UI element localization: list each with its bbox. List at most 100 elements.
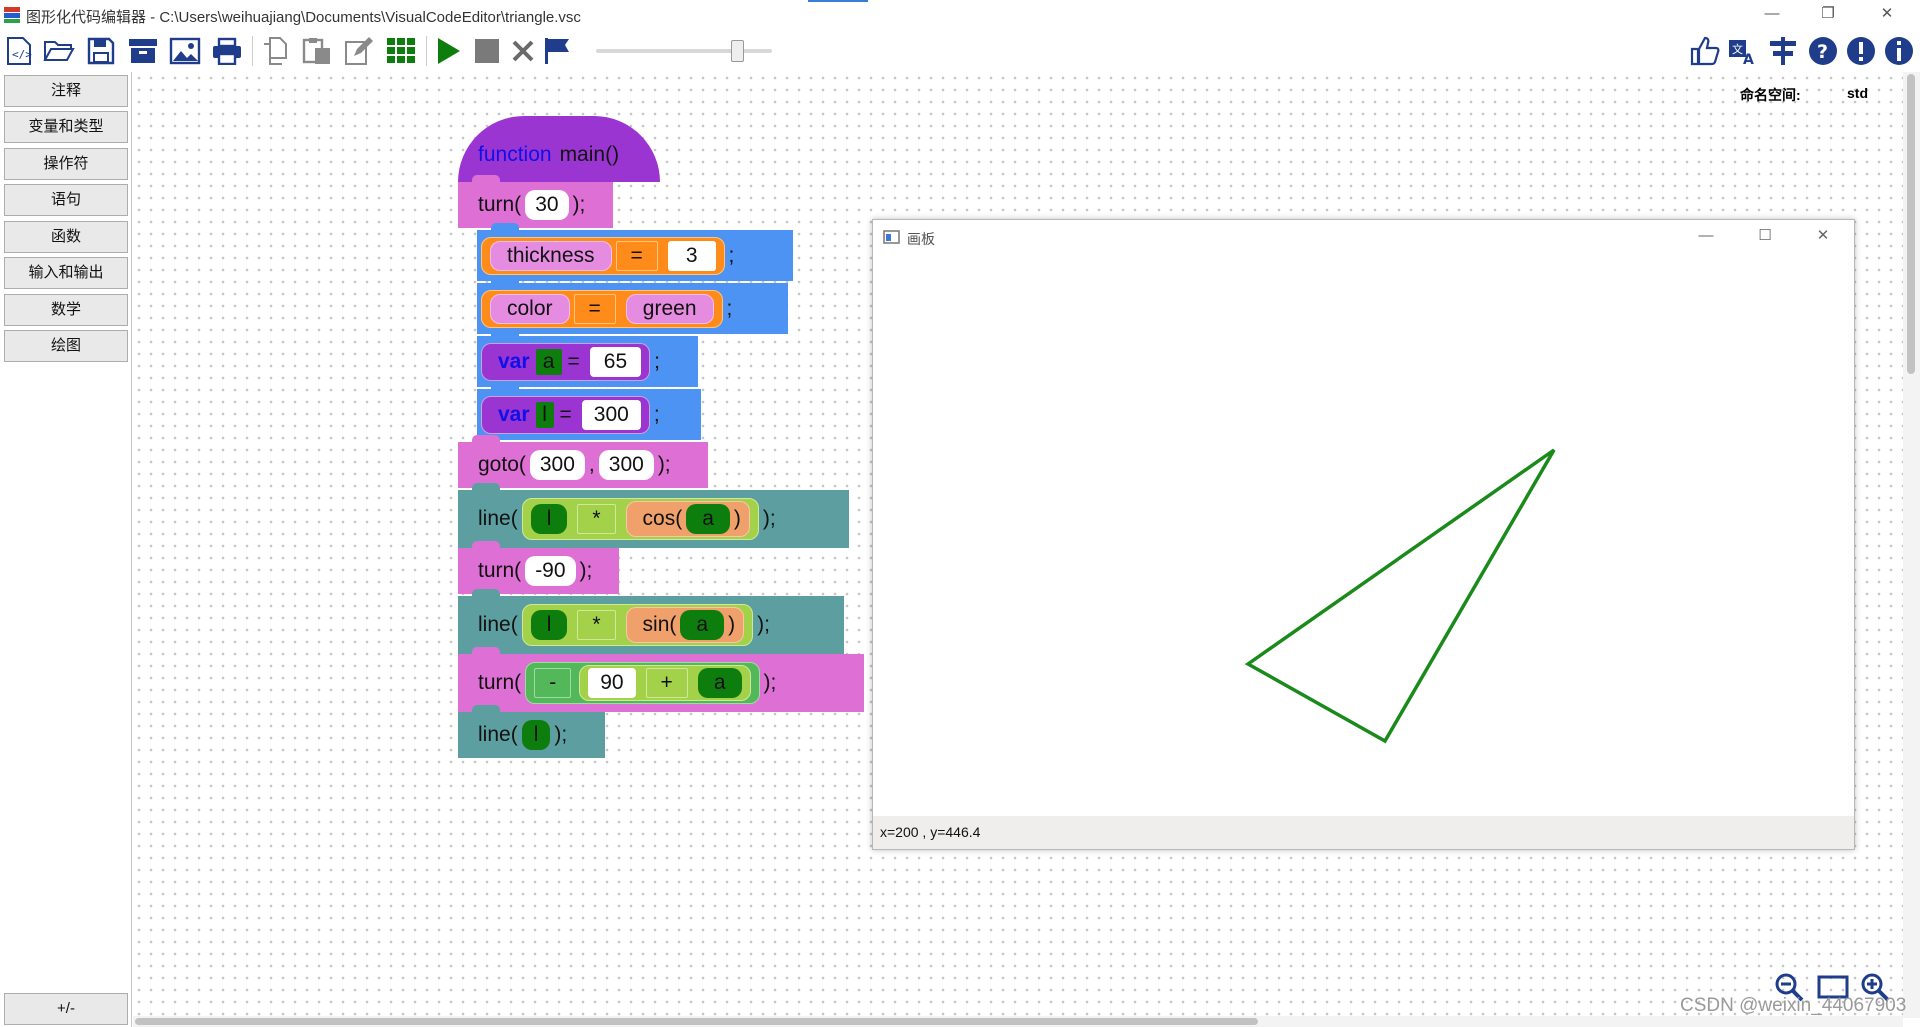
statement-end: ; <box>728 243 735 267</box>
help-icon[interactable]: ? <box>1806 34 1840 68</box>
multiply-operator[interactable]: * <box>577 610 616 640</box>
var-name-a[interactable]: a <box>535 348 562 375</box>
thickness-value-input[interactable]: 3 <box>667 240 716 271</box>
toggle-panel-button[interactable]: +/- <box>4 993 128 1025</box>
statement-end: ; <box>654 349 660 373</box>
assign-operator[interactable]: = <box>615 240 658 271</box>
archive-icon[interactable] <box>126 34 160 68</box>
board-minimize-button[interactable]: — <box>1686 224 1726 248</box>
turn-angle-input[interactable]: -90 <box>525 556 576 586</box>
close-x-icon[interactable] <box>506 34 540 68</box>
board-maximize-button[interactable]: ☐ <box>1745 224 1785 248</box>
align-icon[interactable] <box>1766 34 1800 68</box>
add-operator[interactable]: + <box>645 668 688 698</box>
cos-function[interactable]: cos( a ) <box>625 501 750 537</box>
category-input-output[interactable]: 输入和输出 <box>4 257 128 289</box>
line-sin-block[interactable]: line( l * sin( a ) ); <box>458 589 844 654</box>
function-main-block[interactable]: function main() <box>458 116 660 182</box>
turn-block[interactable]: turn( 30 ); <box>458 175 613 228</box>
goto-block[interactable]: goto( 300 , 300 ); <box>458 435 708 488</box>
category-comment[interactable]: 注释 <box>4 75 128 107</box>
translate-icon[interactable]: 文A <box>1726 34 1760 68</box>
var-keyword: var <box>498 349 530 373</box>
assign-thickness-block[interactable]: thickness = 3 ; <box>477 223 793 281</box>
copy-icon[interactable] <box>258 34 292 68</box>
window-title: 图形化代码编辑器 - C:\Users\weihuajiang\Document… <box>26 9 581 26</box>
statement-end: ); <box>579 559 593 582</box>
var-l-block[interactable]: var l = 300 ; <box>477 382 701 440</box>
namespace-label: 命名空间: <box>1740 87 1801 103</box>
operand-l[interactable]: l <box>530 610 568 640</box>
goto-y-input[interactable]: 300 <box>598 450 654 480</box>
turn-label: turn( <box>478 193 522 216</box>
restore-button[interactable]: ❐ <box>1808 2 1848 26</box>
block-notch <box>472 483 500 492</box>
save-icon[interactable] <box>84 34 118 68</box>
add-arg-a[interactable]: a <box>697 668 742 698</box>
category-operators[interactable]: 操作符 <box>4 148 128 180</box>
property-color[interactable]: color <box>490 293 570 324</box>
edit-icon[interactable] <box>342 34 376 68</box>
turn-angle-input[interactable]: 30 <box>525 190 569 220</box>
line-cos-block[interactable]: line( l * cos( a ) ); <box>458 483 849 548</box>
var-a-block[interactable]: var a = 65 ; <box>477 329 698 387</box>
category-statements[interactable]: 语句 <box>4 184 128 216</box>
var-name-l[interactable]: l <box>535 401 554 428</box>
color-value[interactable]: green <box>625 293 714 324</box>
line-arg-l[interactable]: l <box>521 720 551 750</box>
paste-icon[interactable] <box>300 34 334 68</box>
open-folder-icon[interactable] <box>42 34 76 68</box>
sin-label: sin( <box>642 613 677 636</box>
block-notch <box>472 541 500 550</box>
var-a-value-input[interactable]: 65 <box>589 346 642 377</box>
goto-x-input[interactable]: 300 <box>529 450 585 480</box>
speed-slider-thumb[interactable] <box>730 40 744 62</box>
image-icon[interactable] <box>168 34 202 68</box>
speed-slider[interactable] <box>596 40 772 62</box>
horizontal-scroll-thumb[interactable] <box>135 1018 1258 1025</box>
namespace-value[interactable]: std <box>1847 85 1868 101</box>
drawing-area[interactable] <box>873 252 1854 817</box>
horizontal-scrollbar[interactable] <box>133 1016 1903 1027</box>
flag-icon[interactable] <box>540 34 574 68</box>
category-math[interactable]: 数学 <box>4 294 128 326</box>
assign-color-block[interactable]: color = green ; <box>477 276 788 334</box>
stop-icon[interactable] <box>470 34 504 68</box>
vertical-scrollbar[interactable] <box>1903 72 1920 1018</box>
turn-block[interactable]: turn( -90 ); <box>458 541 619 594</box>
negate-operator[interactable]: - <box>534 668 572 698</box>
category-variables-types[interactable]: 变量和类型 <box>4 111 128 143</box>
new-code-icon[interactable]: </> <box>2 34 36 68</box>
sin-function[interactable]: sin( a ) <box>625 607 745 643</box>
info-icon[interactable] <box>1882 34 1916 68</box>
grid-apps-icon[interactable] <box>384 34 418 68</box>
line-block[interactable]: line( l ); <box>458 705 605 758</box>
add-expression: 90 + a <box>579 665 751 701</box>
var-keyword: var <box>498 402 530 426</box>
multiply-operator[interactable]: * <box>577 504 616 534</box>
add-value-input[interactable]: 90 <box>588 668 636 698</box>
turn-expression-block[interactable]: turn( - 90 + a ); <box>458 647 864 712</box>
cos-arg-a[interactable]: a <box>686 504 730 534</box>
category-functions[interactable]: 函数 <box>4 221 128 253</box>
print-icon[interactable] <box>210 34 244 68</box>
block-notch <box>472 647 500 656</box>
var-l-value-input[interactable]: 300 <box>581 399 641 430</box>
close-button[interactable]: ✕ <box>1867 2 1907 26</box>
toolbar-separator <box>252 36 253 66</box>
statement-end: ); <box>572 193 586 216</box>
run-icon[interactable] <box>432 34 466 68</box>
operand-l[interactable]: l <box>530 504 568 534</box>
block-notch <box>472 435 500 444</box>
vertical-scroll-thumb[interactable] <box>1907 74 1915 374</box>
board-close-button[interactable]: ✕ <box>1803 224 1843 248</box>
assign-operator[interactable]: = <box>573 293 616 324</box>
minimize-button[interactable]: — <box>1752 2 1792 26</box>
thumbs-up-icon[interactable] <box>1688 34 1722 68</box>
alert-icon[interactable] <box>1844 34 1878 68</box>
statement-end: ); <box>657 453 671 476</box>
sin-arg-a[interactable]: a <box>680 610 725 640</box>
function-keyword: function <box>478 143 552 166</box>
property-thickness[interactable]: thickness <box>490 240 612 271</box>
category-drawing[interactable]: 绘图 <box>4 330 128 362</box>
